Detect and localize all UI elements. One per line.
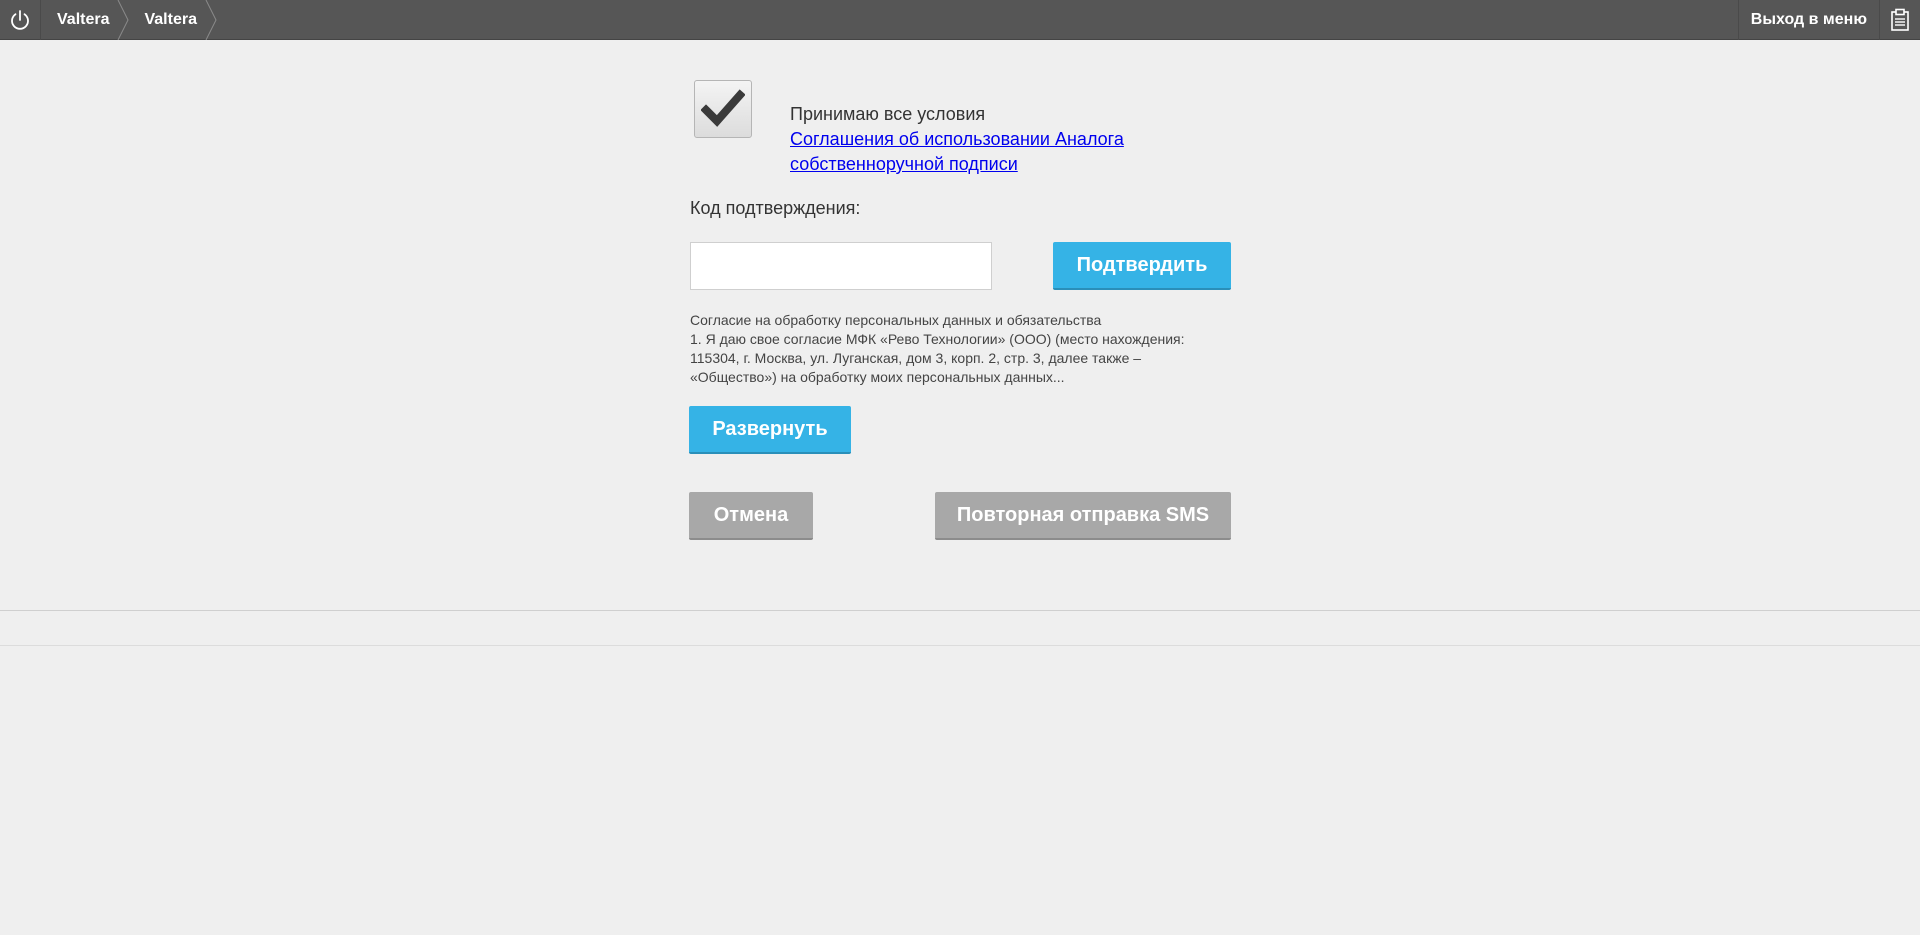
agreement-link[interactable]: Соглашения об использовании Аналога собс… [790, 127, 1140, 177]
accept-terms-label: Принимаю все условия [790, 104, 986, 124]
confirmation-code-label: Код подтверждения: [690, 198, 861, 218]
breadcrumb: Valtera Valtera [41, 0, 217, 40]
cancel-button[interactable]: Отмена [689, 492, 813, 540]
consent-title: Согласие на обработку персональных данны… [690, 312, 1102, 328]
power-icon [11, 10, 29, 30]
expand-button[interactable]: Развернуть [689, 406, 851, 454]
divider [0, 610, 1920, 611]
divider [0, 645, 1920, 646]
chevron-right-icon [205, 0, 217, 40]
consent-text: Согласие на обработку персональных данны… [690, 311, 1200, 387]
breadcrumb-item-1[interactable]: Valtera [41, 0, 130, 40]
breadcrumb-item-label: Valtera [57, 11, 110, 28]
power-button[interactable] [0, 0, 41, 40]
resend-sms-button[interactable]: Повторная отправка SMS [935, 492, 1231, 540]
accept-terms-checkbox[interactable] [694, 80, 752, 138]
top-bar: Valtera Valtera Выход в меню [0, 0, 1920, 40]
clipboard-button[interactable] [1879, 0, 1920, 40]
clipboard-icon [1891, 8, 1909, 31]
breadcrumb-item-label: Valtera [144, 11, 197, 28]
consent-body: 1. Я даю свое согласие МФК «Рево Техноло… [690, 331, 1185, 385]
confirmation-code-input[interactable] [690, 242, 992, 290]
chevron-right-icon [118, 0, 130, 40]
confirm-button[interactable]: Подтвердить [1053, 242, 1231, 290]
exit-to-menu-button[interactable]: Выход в меню [1737, 0, 1879, 40]
check-icon [701, 89, 745, 127]
accept-terms-text: Принимаю все условия Соглашения об испол… [790, 102, 1140, 177]
breadcrumb-item-2[interactable]: Valtera [129, 0, 217, 40]
